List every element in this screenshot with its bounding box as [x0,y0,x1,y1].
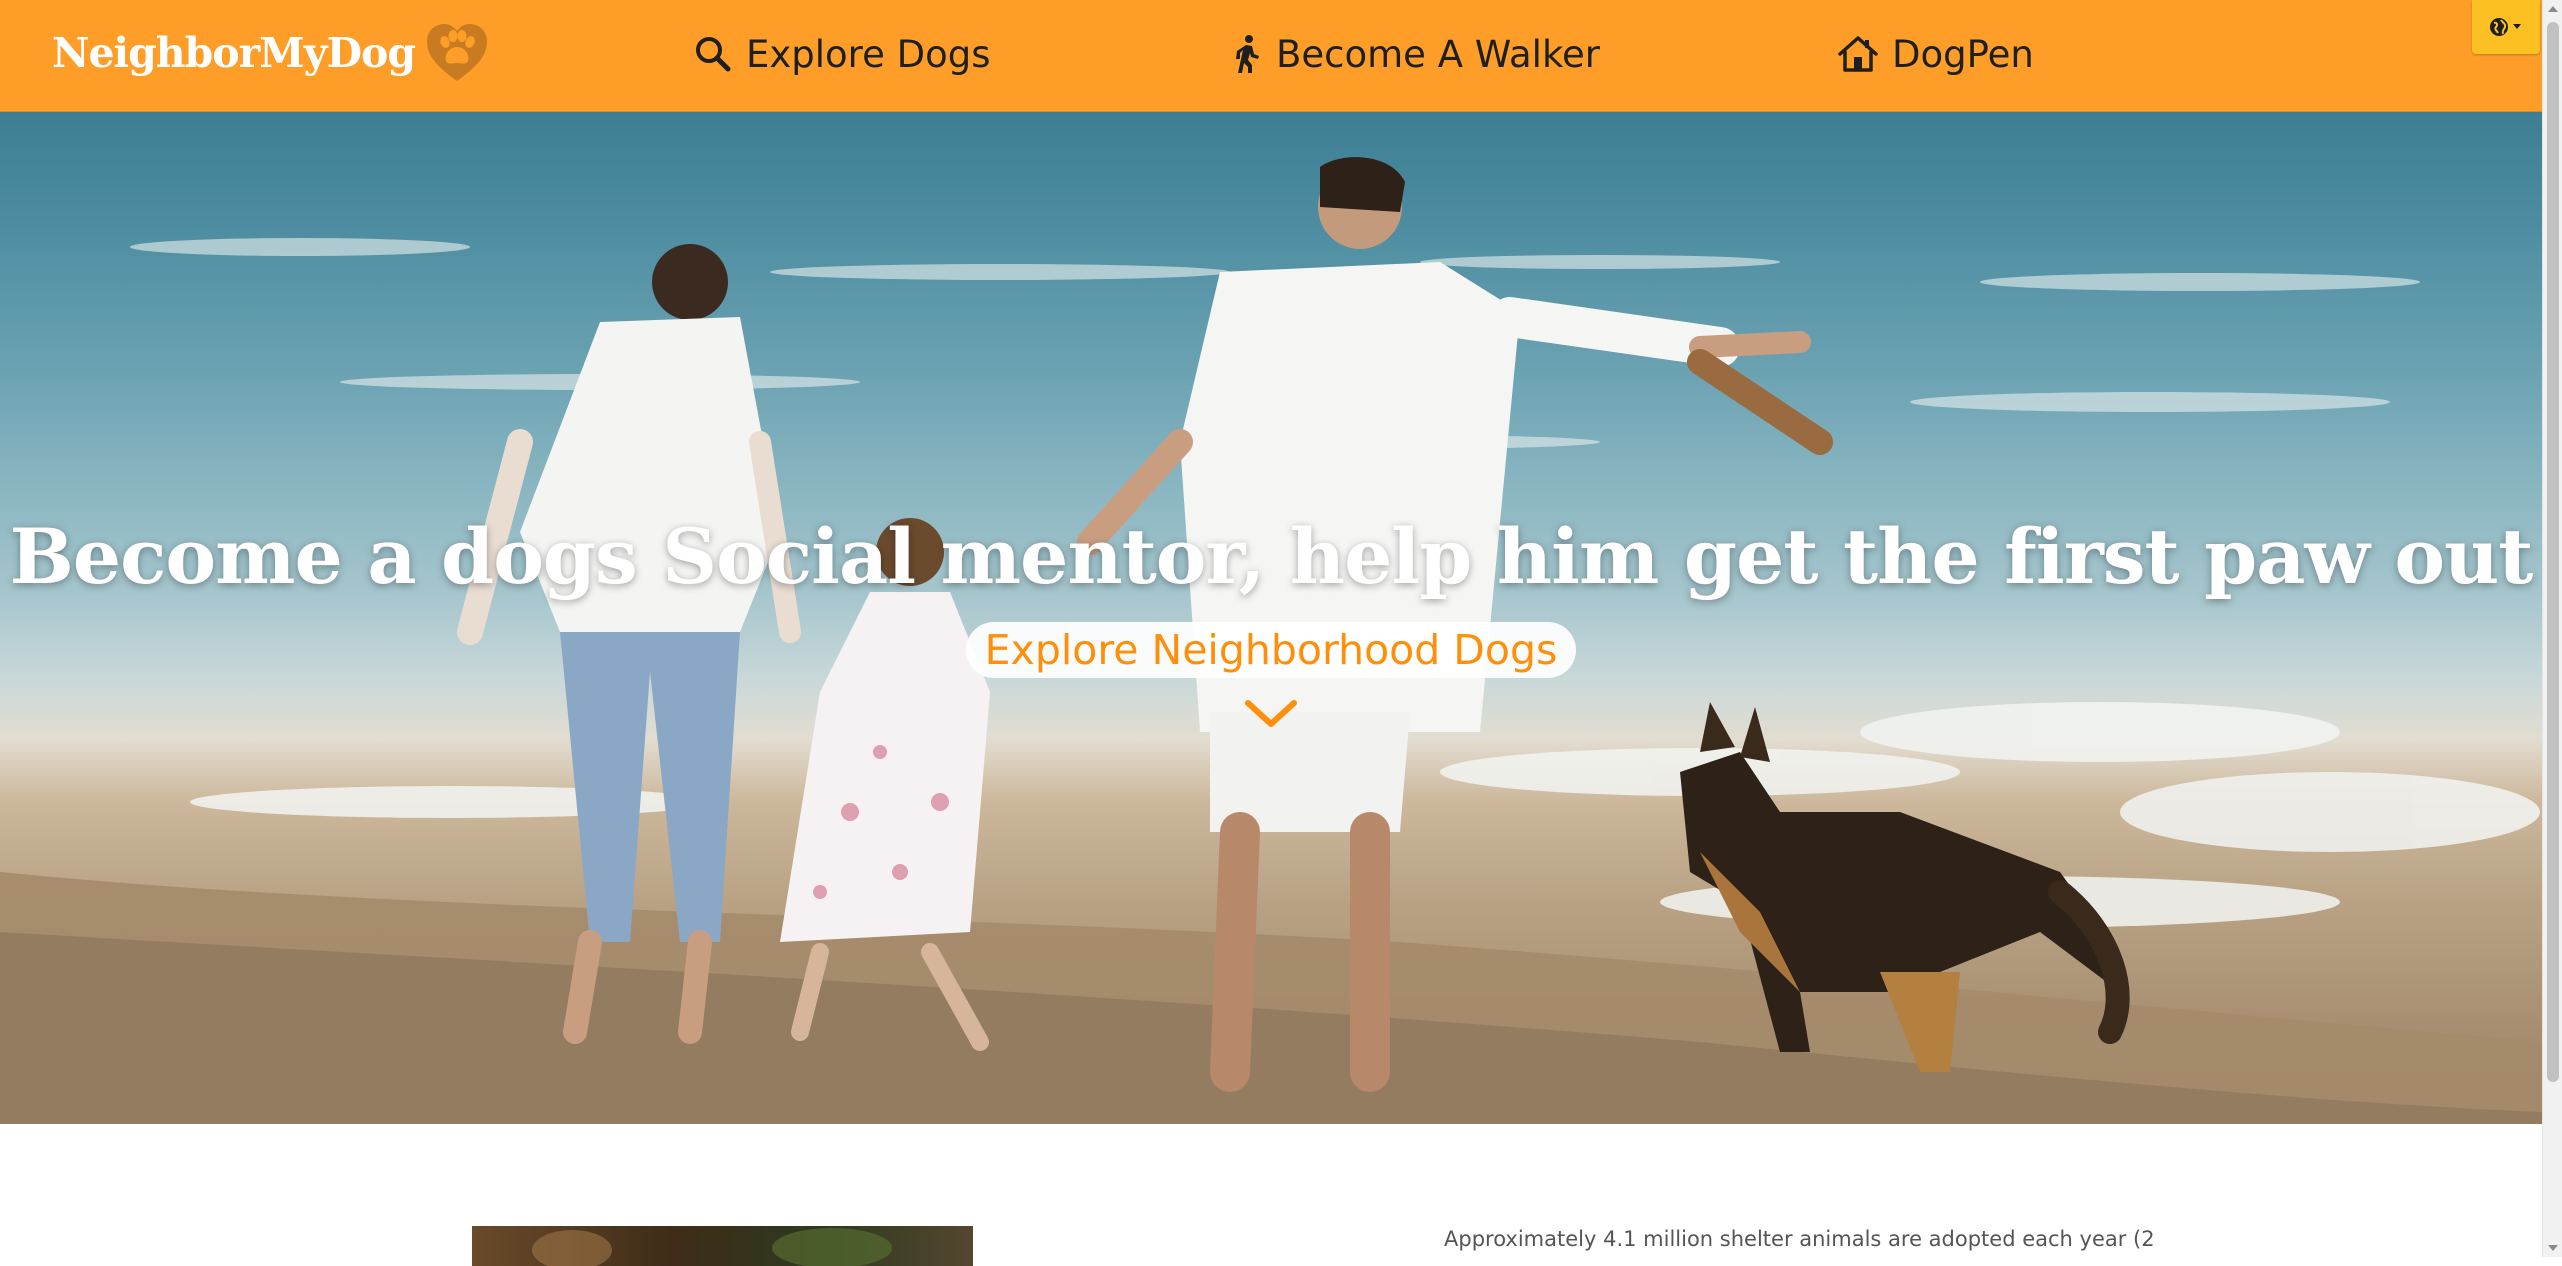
house-icon [1838,36,1878,72]
brand-name: NeighborMyDog [52,29,416,77]
navbar: NeighborMyDog Explore Dogs Become A Walk… [0,0,2542,112]
walking-person-icon [1236,35,1259,73]
nav-explore-dogs[interactable]: Explore Dogs [694,25,991,83]
cta-label: Explore Neighborhood Dogs [984,626,1558,674]
scrollbar-thumb[interactable] [2547,22,2559,1082]
chevron-down-icon[interactable] [1244,697,1298,731]
brand-logo[interactable]: NeighborMyDog [52,18,489,88]
scroll-up-arrow-icon[interactable] [2548,6,2558,12]
globe-icon [2490,18,2521,36]
adoption-stats-paragraph: Approximately 4.1 million shelter animal… [1444,1227,2155,1251]
dog-photo [472,1226,973,1266]
hero-section: Become a dogs Social mentor, help him ge… [0,112,2542,1124]
nav-explore-dogs-label: Explore Dogs [746,32,991,76]
nav-become-walker[interactable]: Become A Walker [1232,25,1600,83]
nav-dogpen-label: DogPen [1892,32,2034,76]
paw-heart-icon [427,24,488,81]
hero-background-image [0,157,2542,1124]
nav-dogpen[interactable]: DogPen [1838,25,2034,83]
hero-title: Become a dogs Social mentor, help him ge… [9,512,2534,601]
search-icon [696,37,731,72]
nav-become-walker-label: Become A Walker [1276,32,1601,76]
scrollbar[interactable] [2542,0,2562,1257]
explore-neighborhood-dogs-button[interactable]: Explore Neighborhood Dogs [966,622,1576,678]
language-selector[interactable] [2472,0,2540,54]
scroll-down-arrow-icon[interactable] [2548,1245,2558,1251]
